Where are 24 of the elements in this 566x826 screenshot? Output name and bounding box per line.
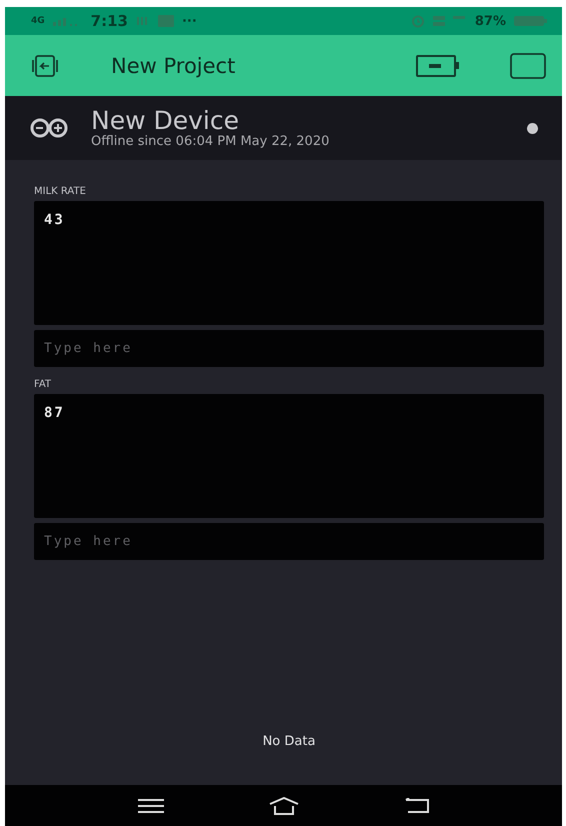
back-icon[interactable] bbox=[404, 798, 430, 814]
device-name: New Device bbox=[91, 106, 240, 134]
device-icon[interactable] bbox=[416, 54, 460, 78]
menu-icon[interactable] bbox=[138, 798, 164, 814]
alarm-icon bbox=[410, 14, 425, 28]
widget-label: MILK RATE bbox=[34, 186, 87, 197]
input-field[interactable]: Type here bbox=[34, 330, 544, 367]
terminal-text: 87 bbox=[44, 405, 65, 421]
exit-icon[interactable] bbox=[31, 54, 59, 78]
terminal-text: 43 bbox=[44, 212, 65, 228]
status-time: 7:13 bbox=[90, 12, 128, 30]
battery-percent: 87% bbox=[474, 14, 506, 28]
infinity-icon bbox=[29, 118, 69, 138]
widget-label: FAT bbox=[34, 379, 52, 390]
message-icon bbox=[158, 15, 174, 27]
network-label: 4G bbox=[31, 16, 45, 26]
more-notifications: ··· bbox=[182, 14, 197, 28]
project-title: New Project bbox=[111, 54, 236, 78]
battery-icon bbox=[514, 15, 548, 27]
home-icon[interactable] bbox=[268, 796, 298, 814]
device-status: Offline since 06:04 PM May 22, 2020 bbox=[91, 134, 330, 150]
input-field[interactable]: Type here bbox=[34, 523, 544, 560]
square-icon[interactable] bbox=[510, 52, 546, 78]
no-data-message: No Data bbox=[262, 734, 316, 749]
